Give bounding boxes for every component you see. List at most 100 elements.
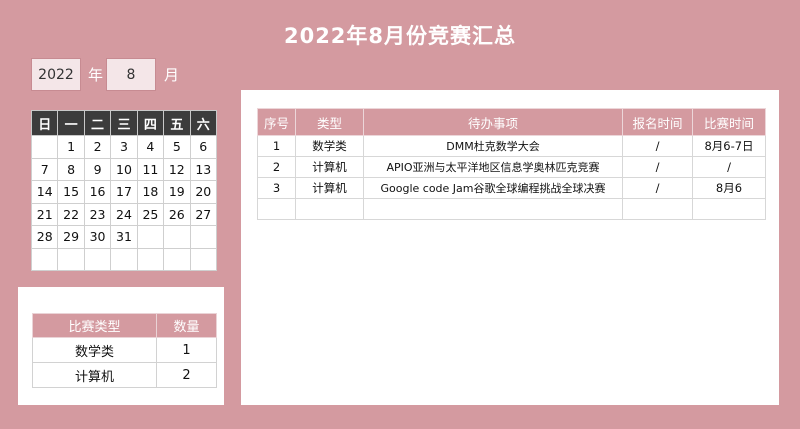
calendar-week-row: 1 2 3 4 5 6 (30, 135, 218, 159)
calendar-day[interactable]: 20 (189, 180, 218, 204)
calendar-day[interactable] (136, 225, 165, 249)
year-selector[interactable]: 2022 (31, 58, 81, 91)
cell-contest-time[interactable] (692, 198, 766, 220)
cell-contest-time[interactable]: 8月6 (692, 177, 766, 199)
calendar-day[interactable]: 11 (136, 157, 165, 181)
summary-card: 比赛类型 数量 数学类 1 计算机 2 (18, 287, 224, 405)
calendar-day[interactable]: 24 (110, 202, 138, 226)
calendar-day[interactable]: 14 (30, 180, 59, 204)
month-selector[interactable]: 8 (106, 58, 156, 91)
calendar-day[interactable]: 10 (110, 157, 138, 181)
calendar-day[interactable]: 15 (57, 180, 85, 204)
summary-count[interactable]: 2 (156, 362, 217, 388)
calendar-day[interactable]: 12 (163, 157, 191, 181)
calendar-week-row: 28 29 30 31 (30, 225, 218, 249)
cell-signup-time[interactable] (622, 198, 693, 220)
cell-type[interactable]: 计算机 (295, 156, 364, 178)
year-label: 年 (88, 66, 104, 84)
calendar-day[interactable]: 16 (83, 180, 112, 204)
calendar-day[interactable]: 5 (163, 135, 191, 159)
cell-type[interactable]: 计算机 (295, 177, 364, 199)
calendar-day[interactable]: 28 (30, 225, 59, 249)
calendar-weekday-row: 日 一 二 三 四 五 六 (30, 110, 218, 136)
cell-contest-time[interactable]: / (692, 156, 766, 178)
calendar-day[interactable]: 23 (83, 202, 112, 226)
table-row: 2 计算机 APIO亚洲与太平洋地区信息学奥林匹克竞赛 / / (257, 156, 766, 178)
summary-type[interactable]: 计算机 (32, 362, 157, 388)
summary-row: 计算机 2 (32, 362, 217, 388)
calendar-day[interactable]: 31 (110, 225, 138, 249)
table-row (257, 198, 766, 220)
calendar-day[interactable]: 29 (57, 225, 85, 249)
calendar-day[interactable]: 19 (163, 180, 191, 204)
cell-index[interactable] (257, 198, 296, 220)
cell-index[interactable]: 1 (257, 135, 296, 157)
weekday-header: 三 (110, 110, 138, 136)
weekday-header: 日 (30, 110, 59, 136)
weekday-header: 二 (83, 110, 112, 136)
calendar-day[interactable] (136, 247, 165, 271)
calendar-week-row (30, 247, 218, 271)
calendar-day[interactable] (189, 225, 218, 249)
calendar-day[interactable]: 17 (110, 180, 138, 204)
calendar-day[interactable]: 8 (57, 157, 85, 181)
cell-todo[interactable]: DMM杜克数学大会 (363, 135, 623, 157)
month-label: 月 (164, 66, 180, 84)
summary-header-count: 数量 (156, 313, 217, 338)
events-table: 序号 类型 待办事项 报名时间 比赛时间 1 数学类 DMM杜克数学大会 / 8… (257, 108, 766, 220)
cell-todo[interactable] (363, 198, 623, 220)
page-title: 2022年8月份竞赛汇总 (283, 24, 517, 48)
header-index: 序号 (257, 108, 296, 136)
weekday-header: 一 (57, 110, 85, 136)
summary-type[interactable]: 数学类 (32, 337, 157, 363)
calendar-day[interactable]: 6 (189, 135, 218, 159)
events-header-row: 序号 类型 待办事项 报名时间 比赛时间 (257, 108, 766, 136)
calendar-day[interactable]: 30 (83, 225, 112, 249)
cell-index[interactable]: 2 (257, 156, 296, 178)
calendar-day[interactable]: 18 (136, 180, 165, 204)
cell-signup-time[interactable]: / (622, 177, 693, 199)
weekday-header: 六 (189, 110, 218, 136)
summary-table: 比赛类型 数量 数学类 1 计算机 2 (32, 313, 217, 388)
calendar-day[interactable] (163, 225, 191, 249)
calendar-day[interactable]: 4 (136, 135, 165, 159)
calendar-day[interactable]: 3 (110, 135, 138, 159)
calendar-day[interactable] (30, 135, 59, 159)
calendar-week-row: 21 22 23 24 25 26 27 (30, 202, 218, 226)
calendar-day[interactable] (110, 247, 138, 271)
summary-row: 数学类 1 (32, 337, 217, 363)
cell-type[interactable]: 数学类 (295, 135, 364, 157)
cell-todo[interactable]: APIO亚洲与太平洋地区信息学奥林匹克竞赛 (363, 156, 623, 178)
header-contest-time: 比赛时间 (692, 108, 766, 136)
cell-signup-time[interactable]: / (622, 156, 693, 178)
cell-signup-time[interactable]: / (622, 135, 693, 157)
cell-todo[interactable]: Google code Jam谷歌全球编程挑战全球决赛 (363, 177, 623, 199)
cell-type[interactable] (295, 198, 364, 220)
calendar-day[interactable]: 2 (83, 135, 112, 159)
calendar-day[interactable] (189, 247, 218, 271)
calendar-day[interactable]: 7 (30, 157, 59, 181)
calendar-day[interactable]: 22 (57, 202, 85, 226)
calendar-week-row: 14 15 16 17 18 19 20 (30, 180, 218, 204)
calendar-day[interactable] (30, 247, 59, 271)
calendar-week-row: 7 8 9 10 11 12 13 (30, 157, 218, 181)
summary-header-type: 比赛类型 (32, 313, 157, 338)
calendar: 日 一 二 三 四 五 六 1 2 3 4 5 6 7 8 9 10 11 12… (30, 110, 218, 271)
calendar-day[interactable]: 25 (136, 202, 165, 226)
calendar-day[interactable] (83, 247, 112, 271)
summary-count[interactable]: 1 (156, 337, 217, 363)
table-row: 3 计算机 Google code Jam谷歌全球编程挑战全球决赛 / 8月6 (257, 177, 766, 199)
calendar-day[interactable]: 21 (30, 202, 59, 226)
cell-index[interactable]: 3 (257, 177, 296, 199)
calendar-day[interactable]: 13 (189, 157, 218, 181)
weekday-header: 五 (163, 110, 191, 136)
weekday-header: 四 (136, 110, 165, 136)
calendar-day[interactable]: 27 (189, 202, 218, 226)
calendar-day[interactable] (163, 247, 191, 271)
cell-contest-time[interactable]: 8月6-7日 (692, 135, 766, 157)
calendar-day[interactable] (57, 247, 85, 271)
calendar-day[interactable]: 1 (57, 135, 85, 159)
calendar-day[interactable]: 26 (163, 202, 191, 226)
calendar-day[interactable]: 9 (83, 157, 112, 181)
header-signup-time: 报名时间 (622, 108, 693, 136)
